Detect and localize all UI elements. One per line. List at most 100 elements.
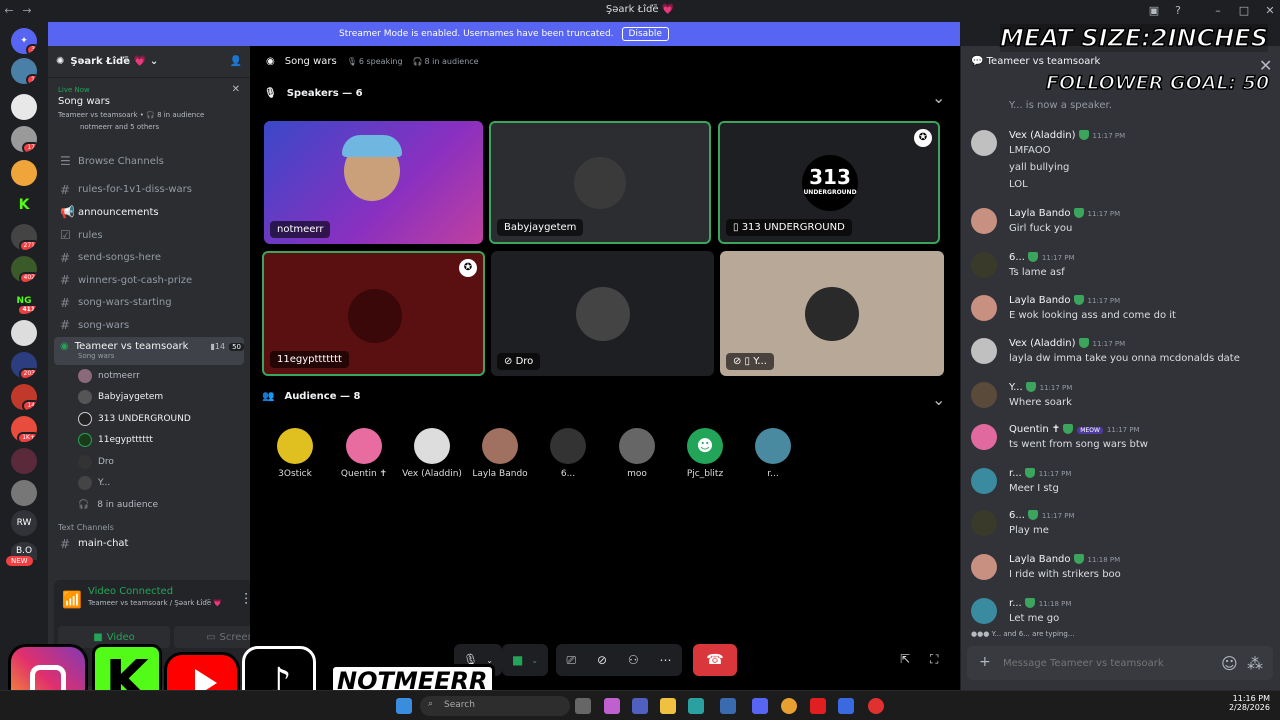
audience-member[interactable]: r... [743,428,803,479]
speaker-tile[interactable]: notmeerr [264,121,483,244]
avatar[interactable] [971,295,997,321]
server-icon[interactable] [11,94,37,120]
server-icon[interactable] [11,480,37,506]
server-icon[interactable]: 17 [11,126,37,152]
chevron-down-icon[interactable]: ⌄ [932,390,945,409]
avatar[interactable] [971,382,997,408]
leave-call-button[interactable]: ☎ [693,644,737,676]
server-icon[interactable] [11,160,37,186]
message-author[interactable]: Y... [1009,382,1023,393]
avatar[interactable] [971,554,997,580]
message-author[interactable]: r... [1009,598,1022,609]
voice-user[interactable]: 313 UNDERGROUND [48,408,250,430]
channel-item[interactable]: # rules-for-1v1-diss-wars [48,179,250,202]
audience-member[interactable]: 6... [538,428,598,479]
youtube-taskbar-icon[interactable] [810,698,826,714]
discord-home-icon[interactable]: ✦ 3 [11,28,37,54]
mute-all-icon[interactable]: ⊘ [597,653,607,667]
camera-button[interactable]: ■ ⌄ [502,644,548,676]
message-input[interactable] [1003,654,1213,672]
audience-member[interactable]: Layla Bando [470,428,530,479]
channel-item[interactable]: ☑ rules [48,224,250,247]
message-author[interactable]: Quentin ✝ [1009,424,1060,435]
audience-member[interactable]: Vex (Aladdin) [402,428,462,479]
server-icon[interactable]: 271 [11,224,37,250]
store-icon[interactable] [720,698,736,714]
server-icon[interactable]: 1 [11,58,37,84]
signal-icon[interactable]: 📶 [62,590,82,609]
add-member-icon[interactable]: 👤 [230,56,242,67]
speaker-tile[interactable]: ⊘ Dro [491,251,714,376]
audience-member[interactable]: 3Ostick [265,428,325,479]
pop-out-icon[interactable]: ⇱ [900,652,910,666]
server-rw[interactable]: RW [11,510,37,536]
server-header[interactable]: ✺ Şəark Łîďē 💗 ⌄ 👤 [48,46,250,78]
close-icon[interactable]: ✕ [1258,0,1280,20]
avatar[interactable] [971,130,997,156]
audience-member[interactable]: ☻ Pjc_blitz [675,428,735,479]
task-view-icon[interactable] [575,698,591,714]
voice-user[interactable]: Babyjaygetem [48,386,250,408]
message-author[interactable]: Vex (Aladdin) [1009,338,1076,349]
clock[interactable]: 11:16 PM 2/28/2026 [1196,694,1270,712]
server-icon[interactable] [11,320,37,346]
help-icon[interactable]: ? [1166,0,1190,20]
message-author[interactable]: r... [1009,468,1022,479]
active-stage-channel[interactable]: ◉ Teameer vs teamsoark ▮14 50 Song wars [54,336,244,365]
avatar[interactable] [971,338,997,364]
channel-item[interactable]: # song-wars [48,314,250,337]
speaker-tile[interactable]: 313 UNDERGROUND ✪ ▯ 313 UNDERGROUND [718,121,940,244]
audience-count[interactable]: 🎧 8 in audience [48,494,250,516]
chrome-icon[interactable] [781,698,797,714]
fullscreen-icon[interactable]: ⛶ [930,652,938,667]
message-author[interactable]: Layla Bando [1009,208,1071,219]
channel-item[interactable]: # song-wars-starting [48,292,250,315]
noise-suppression-icon[interactable]: ⫶ [244,590,248,610]
apps-icon[interactable]: ⁂ [1247,654,1263,673]
maximize-icon[interactable]: □ [1232,0,1256,20]
live-stage-card[interactable]: Live Now Song wars Teameer vs teamsoark … [54,82,244,146]
server-icon[interactable]: 402 [11,256,37,282]
avatar[interactable] [971,424,997,450]
windows-start-icon[interactable] [396,698,412,714]
voice-user[interactable]: Dro [48,451,250,473]
channel-item[interactable]: # winners-got-cash-prize [48,269,250,292]
emoji-icon[interactable]: ☺ [1221,654,1238,673]
server-icon[interactable]: 14 [11,384,37,410]
message-author[interactable]: 6... [1009,510,1025,521]
audience-member[interactable]: Quentin ✝ [334,428,394,479]
server-icon[interactable]: NG 411 [11,288,37,314]
avatar[interactable] [971,468,997,494]
avatar[interactable] [971,598,997,624]
invite-icon[interactable]: ⚇ [628,653,639,667]
minimize-icon[interactable]: – [1206,0,1230,20]
channel-item[interactable]: # main-chat [48,532,250,555]
section-text-channels[interactable]: Text Channels [48,515,250,532]
browse-channels[interactable]: ☰ Browse Channels [48,150,250,173]
more-options-icon[interactable]: ⋯ [660,653,672,667]
voice-user[interactable]: notmeerr [48,365,250,387]
close-icon[interactable]: ✕ [232,84,240,95]
speaker-tile[interactable]: Babyjaygetem [489,121,711,244]
voice-user[interactable]: Y... [48,472,250,494]
teams-icon[interactable] [632,698,648,714]
message-author[interactable]: Vex (Aladdin) [1009,130,1076,141]
voice-user[interactable]: 11egyptttttt [48,429,250,451]
edge-icon[interactable] [688,698,704,714]
disable-button[interactable]: Disable [621,27,669,41]
avatar[interactable] [971,252,997,278]
discord-taskbar-icon[interactable] [752,698,768,714]
audience-member[interactable]: moo [607,428,667,479]
message-author[interactable]: Layla Bando [1009,295,1071,306]
message-author[interactable]: 6... [1009,252,1025,263]
chevron-down-icon[interactable]: ⌄ [932,88,945,107]
message-author[interactable]: Layla Bando [1009,554,1071,565]
channel-item[interactable]: # send-songs-here [48,246,250,269]
app-taskbar-icon[interactable] [838,698,854,714]
taskbar-search[interactable]: Search ⌕ [420,696,570,716]
channel-item[interactable]: 📢 announcements [48,201,250,224]
inbox-icon[interactable]: ▣ [1142,0,1166,20]
file-explorer-icon[interactable] [660,698,676,714]
server-icon[interactable]: 203 [11,352,37,378]
copilot-icon[interactable] [604,698,620,714]
